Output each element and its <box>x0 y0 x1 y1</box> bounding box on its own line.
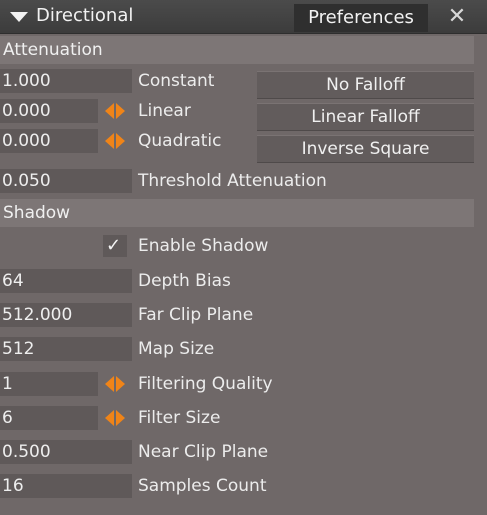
quadratic-spinner-icon[interactable] <box>103 130 127 152</box>
threshold-attenuation-row: 0.050 Threshold Attenuation <box>0 167 474 195</box>
linear-label: Linear <box>138 101 191 121</box>
samples-count-label: Samples Count <box>138 476 267 496</box>
panel-title: Directional <box>36 5 134 26</box>
map-size-row: 512 Map Size <box>0 335 474 363</box>
near-clip-plane-label: Near Clip Plane <box>138 442 269 462</box>
map-size-field[interactable]: 512 <box>0 337 132 361</box>
far-clip-plane-label: Far Clip Plane <box>138 305 254 325</box>
filtering-quality-row: 1 Filtering Quality <box>0 370 474 398</box>
depth-bias-label: Depth Bias <box>138 271 231 291</box>
near-clip-plane-field[interactable]: 0.500 <box>0 440 132 464</box>
far-clip-plane-row: 512.000 Far Clip Plane <box>0 301 474 329</box>
no-falloff-button[interactable]: No Falloff <box>257 71 474 99</box>
filter-size-row: 6 Filter Size <box>0 404 474 432</box>
filtering-quality-spinner-icon[interactable] <box>103 373 127 395</box>
far-clip-plane-field[interactable]: 512.000 <box>0 303 132 327</box>
inverse-square-button[interactable]: Inverse Square <box>257 135 474 163</box>
enable-shadow-row: ✓ Enable Shadow <box>0 232 474 260</box>
close-icon[interactable]: ✕ <box>440 2 474 32</box>
directional-light-panel: Directional Preferences ✕ Attenuation 1.… <box>0 0 487 515</box>
threshold-attenuation-field[interactable]: 0.050 <box>0 169 132 193</box>
samples-count-row: 16 Samples Count <box>0 472 474 500</box>
quadratic-label: Quadratic <box>138 131 222 151</box>
collapse-triangle-icon[interactable] <box>10 12 28 22</box>
checkmark-icon: ✓ <box>106 235 122 256</box>
linear-field[interactable]: 0.000 <box>0 99 98 123</box>
depth-bias-row: 64 Depth Bias <box>0 267 474 295</box>
preferences-tab[interactable]: Preferences <box>294 4 428 32</box>
filtering-quality-field[interactable]: 1 <box>0 372 98 396</box>
threshold-attenuation-label: Threshold Attenuation <box>138 171 327 191</box>
depth-bias-field[interactable]: 64 <box>0 269 132 293</box>
shadow-section-header: Shadow <box>0 199 474 227</box>
samples-count-field[interactable]: 16 <box>0 474 132 498</box>
linear-spinner-icon[interactable] <box>103 100 127 122</box>
map-size-label: Map Size <box>138 339 215 359</box>
quadratic-field[interactable]: 0.000 <box>0 129 98 153</box>
attenuation-section-header: Attenuation <box>0 36 474 64</box>
linear-falloff-button[interactable]: Linear Falloff <box>257 103 474 131</box>
near-clip-plane-row: 0.500 Near Clip Plane <box>0 438 474 466</box>
constant-label: Constant <box>138 71 215 91</box>
constant-field[interactable]: 1.000 <box>0 69 132 93</box>
filtering-quality-label: Filtering Quality <box>138 374 273 394</box>
filter-size-label: Filter Size <box>138 408 221 428</box>
filter-size-spinner-icon[interactable] <box>103 407 127 429</box>
panel-titlebar: Directional Preferences ✕ <box>0 0 487 34</box>
filter-size-field[interactable]: 6 <box>0 406 98 430</box>
enable-shadow-label[interactable]: Enable Shadow <box>138 232 268 260</box>
enable-shadow-checkbox[interactable]: ✓ <box>103 235 127 257</box>
